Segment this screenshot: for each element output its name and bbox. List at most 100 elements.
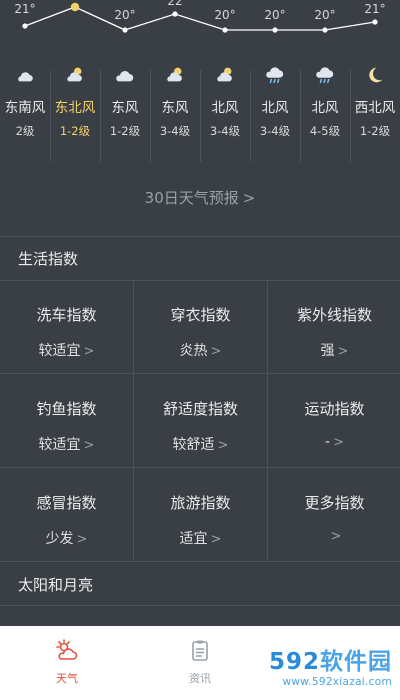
temp-label: 22	[167, 0, 183, 8]
hourly-forecast: 21° 20° 22 20° 20° 20° 21° 东南风 2级 东北风 1-…	[0, 0, 400, 162]
chevron-right-icon: >	[217, 438, 229, 453]
index-value: 适宜 >	[179, 531, 222, 547]
column-divider	[300, 70, 301, 162]
index-cell-cold[interactable]: 感冒指数 少发 >	[0, 468, 133, 561]
temp-point	[322, 27, 328, 33]
chevron-right-icon: >	[337, 344, 349, 359]
wind-direction: 东风	[111, 100, 139, 116]
watermark-url: www.592xiazai.com	[282, 676, 392, 688]
hour-column: 东风 3-4级	[150, 60, 200, 162]
life-index-title: 生活指数	[18, 250, 79, 268]
hour-column: 西北风 1-2级	[350, 60, 400, 162]
index-cell-fishing[interactable]: 钓鱼指数 较适宜 >	[0, 374, 133, 467]
section-divider	[0, 236, 400, 237]
temp-point	[122, 27, 128, 33]
hour-column: 东风 1-2级	[100, 60, 150, 162]
wind-level: 1-2级	[109, 124, 141, 138]
temp-label: 20°	[114, 8, 136, 22]
moon-icon	[350, 64, 400, 94]
chevron-right-icon: >	[210, 532, 222, 547]
wind-level: 2级	[15, 124, 35, 138]
index-value: - >	[325, 434, 344, 450]
wind-direction: 东北风	[54, 100, 96, 116]
wind-level: 4-5级	[309, 124, 341, 138]
index-cell-clothing[interactable]: 穿衣指数 炎热 >	[134, 280, 267, 373]
hour-column: 北风 3-4级	[250, 60, 300, 162]
chevron-right-icon: >	[330, 529, 342, 544]
wind-direction: 西北风	[354, 100, 396, 116]
wind-direction: 北风	[311, 100, 339, 116]
nav-tab-weather-label: 天气	[56, 672, 78, 685]
chevron-right-icon: >	[83, 344, 95, 359]
wind-direction: 东南风	[4, 100, 46, 116]
chevron-right-icon: >	[210, 344, 222, 359]
watermark-logo: 592软件园	[268, 649, 392, 675]
index-cell-comfort[interactable]: 舒适度指数 较舒适 >	[134, 374, 267, 467]
nav-tab-weather[interactable]: 天气	[27, 638, 107, 686]
chevron-right-icon: >	[83, 438, 95, 453]
hour-column: 北风 3-4级	[200, 60, 250, 162]
temp-label: 20°	[264, 8, 286, 22]
index-value: >	[268, 528, 400, 544]
index-title: 运动指数	[304, 400, 365, 418]
index-value: 较适宜 >	[38, 343, 95, 359]
partly-cloudy-icon	[150, 64, 200, 94]
column-divider	[100, 70, 101, 162]
thirty-day-forecast-label: 30日天气预报	[144, 189, 239, 207]
cloudy-night-icon	[0, 64, 50, 94]
index-title: 钓鱼指数	[36, 400, 97, 418]
index-value: 较适宜 >	[38, 437, 95, 453]
index-title: 更多指数	[304, 494, 365, 512]
wind-level: 3-4级	[209, 124, 241, 138]
grid-divider	[0, 467, 400, 468]
temp-point	[372, 19, 378, 25]
index-title: 穿衣指数	[170, 306, 231, 324]
section-divider	[0, 605, 400, 606]
index-cell-travel[interactable]: 旅游指数 适宜 >	[134, 468, 267, 561]
chevron-right-icon: >	[242, 189, 256, 207]
life-index-grid: 洗车指数 较适宜 > 穿衣指数 炎热 > 紫外线指数 强 > 钓鱼指数 较适宜 > 舒适…	[0, 280, 400, 560]
wind-level: 3-4级	[259, 124, 291, 138]
site-watermark: 592软件园 www.592xiazai.com	[220, 642, 392, 688]
partly-cloudy-icon	[50, 64, 100, 94]
weather-icon	[27, 638, 107, 668]
temp-point	[272, 27, 278, 33]
index-cell-uv[interactable]: 紫外线指数 强 >	[268, 280, 400, 373]
wind-level: 1-2级	[59, 124, 91, 138]
index-cell-more[interactable]: 更多指数 >	[268, 468, 400, 561]
hour-column: 北风 4-5级	[300, 60, 350, 162]
temp-label: 21°	[364, 2, 386, 16]
partly-cloudy-icon	[200, 64, 250, 94]
temp-point-active	[70, 2, 80, 12]
index-title: 洗车指数	[36, 306, 97, 324]
grid-divider	[0, 373, 400, 374]
column-divider	[50, 70, 51, 162]
index-cell-car-wash[interactable]: 洗车指数 较适宜 >	[0, 280, 133, 373]
cloudy-icon	[100, 64, 150, 94]
grid-divider	[267, 280, 268, 560]
sun-moon-title: 太阳和月亮	[18, 576, 94, 594]
column-divider	[150, 70, 151, 162]
temp-label: 21°	[14, 2, 36, 16]
index-value: 少发 >	[45, 531, 88, 547]
wind-direction: 北风	[261, 100, 289, 116]
index-title: 旅游指数	[170, 494, 231, 512]
index-cell-sport[interactable]: 运动指数 - >	[268, 374, 400, 467]
temp-point	[222, 27, 228, 33]
index-value: 炎热 >	[179, 343, 222, 359]
thirty-day-forecast-link[interactable]: 30日天气预报 >	[0, 178, 400, 218]
wind-level: 1-2级	[359, 124, 391, 138]
grid-divider	[133, 280, 134, 560]
chevron-right-icon: >	[333, 435, 344, 450]
column-divider	[250, 70, 251, 162]
index-value: 较舒适 >	[172, 437, 229, 453]
wind-level: 3-4级	[159, 124, 191, 138]
index-title: 感冒指数	[36, 494, 97, 512]
rain-icon	[300, 64, 350, 94]
hour-column-active: 东北风 1-2级	[50, 60, 100, 162]
rain-icon	[250, 64, 300, 94]
temp-point	[22, 23, 28, 29]
column-divider	[350, 70, 351, 162]
hour-column: 东南风 2级	[0, 60, 50, 162]
temp-label: 20°	[214, 8, 236, 22]
